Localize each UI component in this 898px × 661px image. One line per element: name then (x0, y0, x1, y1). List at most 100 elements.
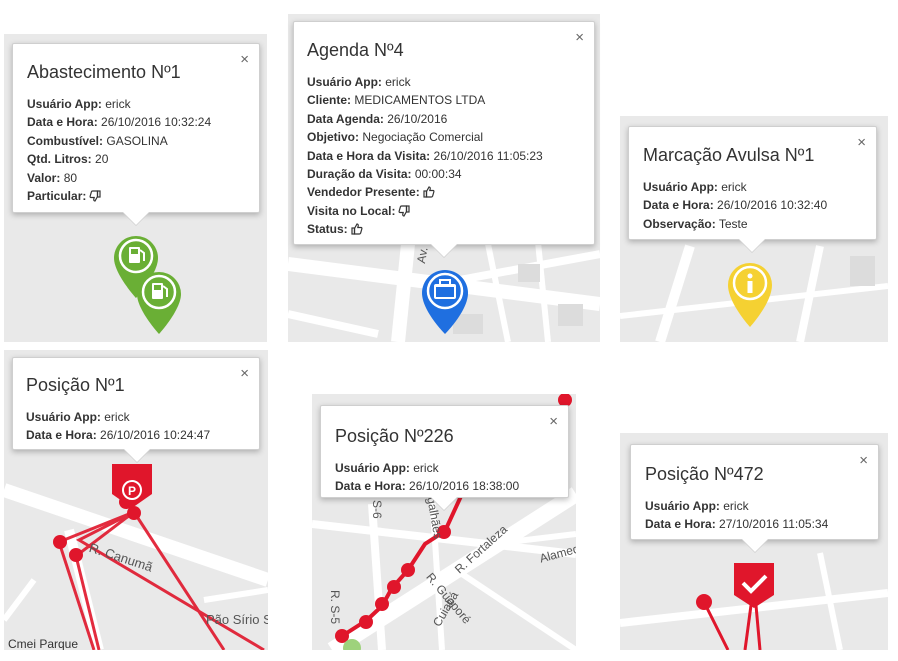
info-row-label: Status: (307, 222, 348, 237)
info-row: Data e Hora: 26/10/2016 10:32:40 (643, 196, 862, 214)
info-row-label: Data e Hora: (645, 517, 716, 532)
info-row: Data e Hora: 26/10/2016 10:32:24 (27, 113, 245, 131)
info-row-label: Usuário App: (307, 75, 382, 89)
thumbs-up-icon (351, 223, 363, 235)
info-row-label: Cliente: (307, 93, 352, 108)
info-row-label: Data e Hora: (26, 428, 97, 443)
info-row: Valor: 80 (27, 169, 245, 187)
info-row-label: Combustível: (27, 133, 104, 148)
popup-title: Posição Nº1 (26, 375, 125, 395)
agenda-marker[interactable] (420, 268, 470, 336)
info-row: Data e Hora: 26/10/2016 18:38:00 (335, 477, 554, 495)
info-window-posicao-226: Posição Nº226 Usuário App: erick Data e H… (320, 405, 569, 510)
popup-title: Posição Nº226 (335, 426, 454, 446)
popup-title: Abastecimento Nº1 (27, 62, 181, 82)
info-row-label: Usuário App: (335, 461, 410, 475)
info-row-value: 00:00:34 (414, 167, 462, 182)
info-row-label: Particular: (27, 189, 87, 204)
info-row-value: 26/10/2016 18:38:00 (409, 479, 520, 494)
info-row: Combustível: GASOLINA (27, 132, 245, 150)
info-row: Data e Hora: 26/10/2016 10:24:47 (26, 426, 246, 444)
info-row-value: 26/10/2016 10:24:47 (100, 428, 211, 443)
info-window-posicao-472: Posição Nº472 Usuário App: erick Data e H… (630, 444, 879, 552)
popup-title: Posição Nº472 (645, 464, 764, 484)
info-row-value: 26/10/2016 11:05:23 (433, 148, 543, 163)
info-row-label: Data e Hora: (643, 198, 714, 213)
poi-label: Pão Sírio S (206, 612, 268, 627)
info-row-label: Objetivo: (307, 130, 360, 145)
thumbs-up-icon (423, 186, 435, 199)
info-row: Cliente: MEDICAMENTOS LTDA (307, 91, 581, 109)
info-row: Usuário App: erick (335, 459, 554, 477)
info-row: Data e Hora da Visita: 26/10/2016 11:05:… (307, 147, 581, 165)
info-row-label: Qtd. Litros: (27, 152, 92, 167)
info-row-value: erick (105, 97, 131, 111)
info-row: Duração da Visita: 00:00:34 (307, 165, 581, 183)
info-marker[interactable] (726, 261, 774, 329)
info-row: Usuário App: erick (27, 95, 245, 113)
info-row-value: 20 (95, 152, 109, 167)
fuel-marker-group[interactable] (112, 234, 202, 342)
info-row-value: 26/10/2016 10:32:40 (717, 198, 828, 213)
close-icon[interactable]: × (549, 414, 558, 429)
info-row-label: Usuário App: (27, 97, 102, 111)
info-row-value: Negociação Comercial (362, 130, 484, 145)
info-row: Usuário App: erick (645, 497, 864, 515)
info-row-value: erick (723, 499, 749, 513)
info-row-value: MEDICAMENTOS LTDA (354, 93, 486, 108)
info-row: Particular: (27, 187, 245, 205)
close-icon[interactable]: × (240, 52, 249, 67)
info-row-value: Teste (718, 216, 748, 231)
street-label: R. S-5 (328, 590, 342, 625)
info-window-agenda: Agenda Nº4 Usuário App: erick Cliente: ME… (293, 21, 595, 257)
info-row-label: Data e Hora da Visita: (307, 148, 431, 163)
close-icon[interactable]: × (859, 453, 868, 468)
info-row: Usuário App: erick (307, 73, 581, 91)
info-row-value: GASOLINA (106, 133, 168, 148)
svg-text:P: P (128, 484, 136, 498)
info-icon (747, 273, 753, 293)
info-row-value: erick (721, 180, 747, 194)
info-row-label: Vendedor Presente: (307, 185, 420, 200)
thumbs-down-icon (398, 205, 411, 217)
thumbs-down-icon (89, 190, 101, 202)
close-icon[interactable]: × (575, 30, 584, 45)
info-row-label: Valor: (27, 170, 61, 185)
poi-label: Cmei Parque (8, 637, 79, 650)
info-row-value: 26/10/2016 (387, 111, 448, 126)
info-row-value: 26/10/2016 10:32:24 (101, 115, 212, 130)
fuel-marker[interactable] (137, 272, 181, 334)
info-row-value: erick (385, 75, 411, 89)
info-row-value: erick (104, 410, 130, 424)
info-row-label: Data e Hora: (27, 115, 98, 130)
close-icon[interactable]: × (857, 135, 866, 150)
info-row-label: Data e Hora: (335, 479, 406, 494)
info-row-label: Usuário App: (643, 180, 718, 194)
info-row: Observação: Teste (643, 215, 862, 233)
info-row: Usuário App: erick (643, 178, 862, 196)
info-row: Status: (307, 220, 581, 238)
info-window-marcacao: Marcação Avulsa Nº1 Usuário App: erick Da… (628, 126, 877, 252)
info-row: Data Agenda: 26/10/2016 (307, 110, 581, 128)
popup-title: Agenda Nº4 (307, 40, 404, 60)
info-row: Visita no Local: (307, 202, 581, 220)
info-row: Objetivo: Negociação Comercial (307, 128, 581, 146)
info-row-label: Visita no Local: (307, 203, 396, 218)
info-row: Data e Hora: 27/10/2016 11:05:34 (645, 515, 864, 533)
popup-title: Marcação Avulsa Nº1 (643, 145, 815, 165)
street-label: S-6 (370, 500, 384, 519)
info-row-label: Duração da Visita: (307, 167, 412, 182)
info-row: Qtd. Litros: 20 (27, 150, 245, 168)
info-row-label: Usuário App: (26, 410, 101, 424)
close-icon[interactable]: × (240, 366, 249, 381)
info-row-label: Usuário App: (645, 499, 720, 513)
info-window-posicao-1: Posição Nº1 Usuário App: erick Data e Hor… (12, 357, 260, 462)
info-row: Vendedor Presente: (307, 183, 581, 201)
info-row-value: erick (413, 461, 439, 475)
info-row-value: 27/10/2016 11:05:34 (719, 517, 829, 532)
info-row-label: Data Agenda: (307, 111, 384, 126)
info-row: Usuário App: erick (26, 408, 246, 426)
info-row-label: Observação: (643, 216, 716, 231)
info-row-value: 80 (63, 170, 78, 185)
info-window-abastecimento: Abastecimento Nº1 Usuário App: erick Data… (12, 43, 260, 225)
